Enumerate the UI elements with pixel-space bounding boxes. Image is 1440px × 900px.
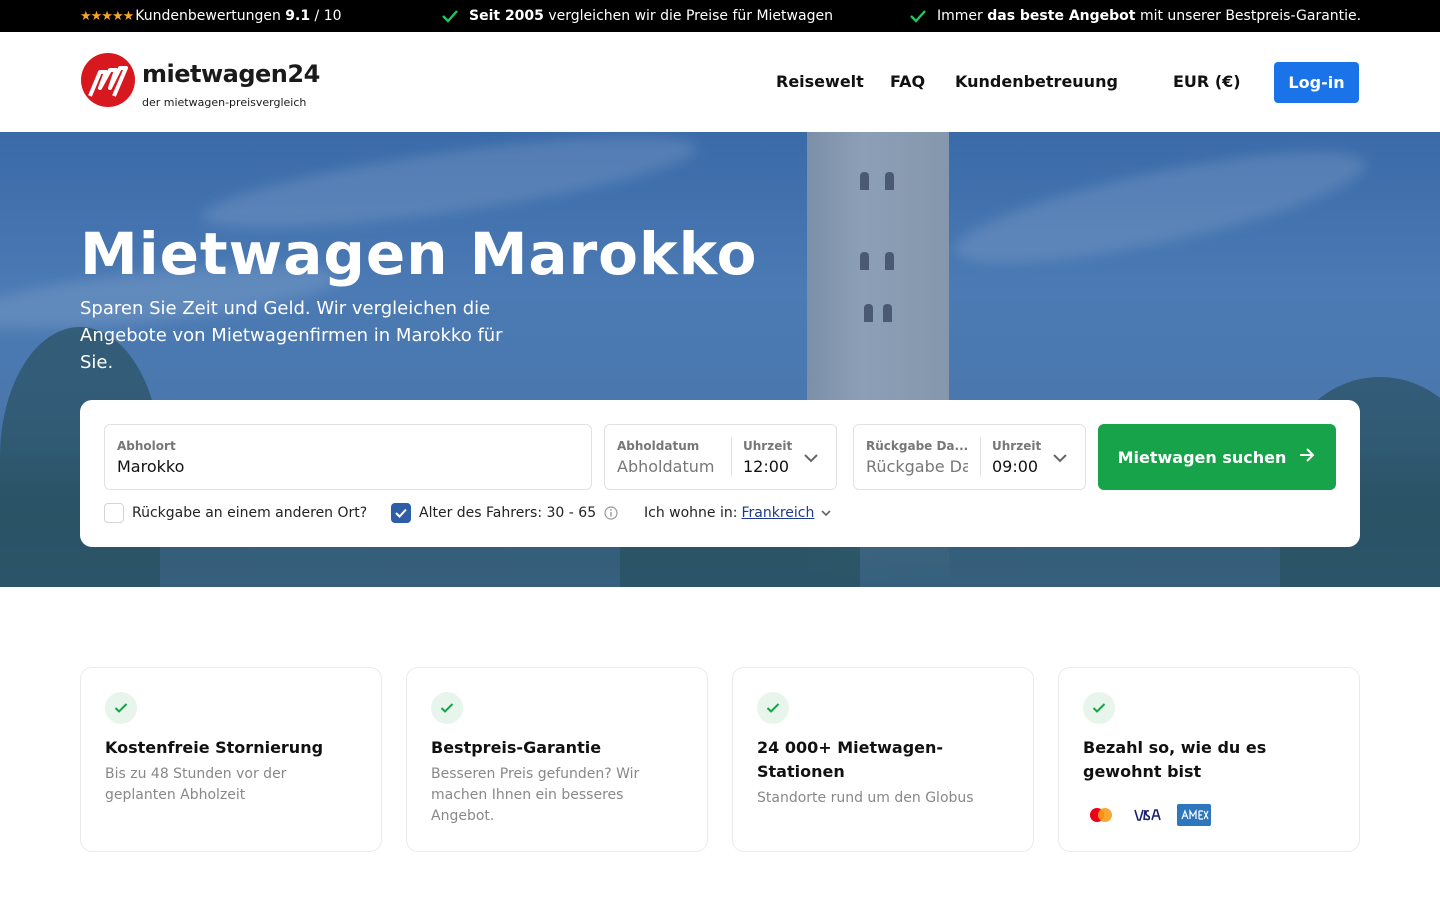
- feature-title: 24 000+ Mietwagen-Stationen: [757, 738, 944, 781]
- return-time-value: 09:00: [992, 457, 1039, 476]
- chevron-down-icon[interactable]: [820, 508, 832, 518]
- return-date-placeholder: Rückgabe Da: [866, 457, 968, 476]
- check-icon: [909, 9, 927, 23]
- nav-kundenbetreuung[interactable]: Kundenbetreuung: [955, 72, 1118, 91]
- visa-icon: [1131, 804, 1165, 826]
- feature-card-best-price: Bestpreis-Garantie Besseren Preis gefund…: [406, 667, 708, 852]
- other-return-option[interactable]: Rückgabe an einem anderen Ort?: [104, 502, 367, 524]
- residence-country-link[interactable]: Frankreich: [741, 505, 814, 521]
- pickup-date-label: Abholdatum: [617, 439, 700, 453]
- pickup-date-field[interactable]: Abholdatum Abholdatum: [605, 425, 731, 489]
- feature-title: Kostenfreie Stornierung: [105, 738, 324, 757]
- residence-option: Ich wohne in: Frankreich: [644, 502, 832, 524]
- other-return-label: Rückgabe an einem anderen Ort?: [132, 505, 368, 521]
- info-icon[interactable]: [604, 506, 618, 520]
- feature-description: Bis zu 48 Stunden vor der geplanten Abho…: [105, 766, 287, 803]
- check-icon: [431, 692, 463, 724]
- rating-stars-icon: ★★★★★: [80, 8, 134, 24]
- check-icon: [441, 9, 459, 23]
- currency-selector[interactable]: EUR (€): [1173, 72, 1241, 91]
- pickup-datetime-field: Abholdatum Abholdatum Uhrzeit 12:00: [604, 424, 837, 490]
- reviews-banner: ★★★★★ Kundenbewertungen 9.1 / 10: [80, 0, 342, 32]
- hero-section: Mietwagen Marokko Sparen Sie Zeit und Ge…: [0, 132, 1440, 587]
- return-datetime-field: Rückgabe Da... Rückgabe Da Uhrzeit 09:00: [853, 424, 1086, 490]
- feature-title: Bestpreis-Garantie: [431, 738, 602, 757]
- other-return-checkbox[interactable]: [104, 503, 124, 523]
- pickup-time-select[interactable]: Uhrzeit 12:00: [731, 425, 836, 489]
- feature-description: Standorte rund um den Globus: [757, 790, 974, 806]
- chevron-down-icon: [803, 449, 819, 468]
- hero-subtitle: Sparen Sie Zeit und Geld. Wir vergleiche…: [80, 298, 503, 373]
- site-header: mietwagen24 der mietwagen-preisvergleich…: [0, 32, 1440, 132]
- reviews-label: Kundenbewertungen: [135, 8, 281, 24]
- feature-title: Bezahl so, wie du es gewohnt bist: [1083, 738, 1267, 781]
- search-submit-label: Mietwagen suchen: [1117, 447, 1287, 467]
- return-date-label: Rückgabe Da...: [866, 439, 969, 453]
- arrow-right-icon: [1298, 447, 1316, 467]
- logo-tagline: der mietwagen-preisvergleich: [142, 96, 307, 109]
- residence-label: Ich wohne in:: [644, 505, 738, 521]
- logo-name: mietwagen24: [142, 60, 320, 88]
- best-bold: das beste Angebot: [987, 8, 1136, 24]
- search-submit-button[interactable]: Mietwagen suchen: [1098, 424, 1336, 490]
- feature-description: Besseren Preis gefunden? Wir machen Ihne…: [431, 766, 640, 824]
- check-icon: [1083, 692, 1115, 724]
- since-2005-banner: Seit 2005 vergleichen wir die Preise für…: [441, 0, 833, 32]
- pickup-date-placeholder: Abholdatum: [617, 457, 715, 476]
- nav-reisewelt[interactable]: Reisewelt: [776, 72, 864, 91]
- driver-age-checkbox[interactable]: [391, 503, 411, 523]
- since-bold: Seit 2005: [469, 8, 544, 24]
- hero-cloud: [947, 132, 1373, 285]
- logo[interactable]: mietwagen24 der mietwagen-preisvergleich: [80, 52, 320, 112]
- feature-card-stations: 24 000+ Mietwagen-Stationen Standorte ru…: [732, 667, 1034, 852]
- reviews-score: 9.1: [285, 8, 311, 24]
- feature-card-cancellation: Kostenfreie Stornierung Bis zu 48 Stunde…: [80, 667, 382, 852]
- return-time-select[interactable]: Uhrzeit 09:00: [980, 425, 1085, 489]
- pickup-location-value[interactable]: Marokko: [117, 457, 577, 476]
- pickup-location-label: Abholort: [117, 439, 176, 453]
- nav-faq[interactable]: FAQ: [890, 72, 925, 91]
- since-rest: vergleichen wir die Preise für Mietwagen: [548, 8, 833, 24]
- return-time-label: Uhrzeit: [992, 439, 1042, 453]
- mastercard-icon: [1083, 804, 1119, 826]
- search-form: Abholort Marokko Abholdatum Abholdatum U…: [80, 400, 1360, 547]
- best-pre: Immer: [937, 8, 983, 24]
- return-date-field[interactable]: Rückgabe Da... Rückgabe Da: [854, 425, 980, 489]
- check-icon: [105, 692, 137, 724]
- login-button[interactable]: Log-in: [1274, 62, 1359, 103]
- chevron-down-icon: [1052, 449, 1068, 468]
- page-title: Mietwagen Marokko: [80, 220, 758, 288]
- best-price-banner: Immer das beste Angebot mit unserer Best…: [909, 0, 1361, 32]
- reviews-scale: / 10: [314, 8, 342, 24]
- driver-age-option[interactable]: Alter des Fahrers: 30 - 65: [391, 502, 618, 524]
- feature-card-payment: Bezahl so, wie du es gewohnt bist: [1058, 667, 1360, 852]
- pickup-location-field[interactable]: Abholort Marokko: [104, 424, 592, 490]
- logo-mark-icon: [81, 53, 135, 107]
- best-rest: mit unserer Bestpreis-Garantie.: [1139, 8, 1362, 24]
- pickup-time-value: 12:00: [743, 457, 790, 476]
- amex-icon: [1177, 804, 1211, 826]
- top-info-bar: ★★★★★ Kundenbewertungen 9.1 / 10 Seit 20…: [0, 0, 1440, 32]
- driver-age-label: Alter des Fahrers: 30 - 65: [419, 505, 597, 521]
- check-icon: [757, 692, 789, 724]
- pickup-time-label: Uhrzeit: [743, 439, 793, 453]
